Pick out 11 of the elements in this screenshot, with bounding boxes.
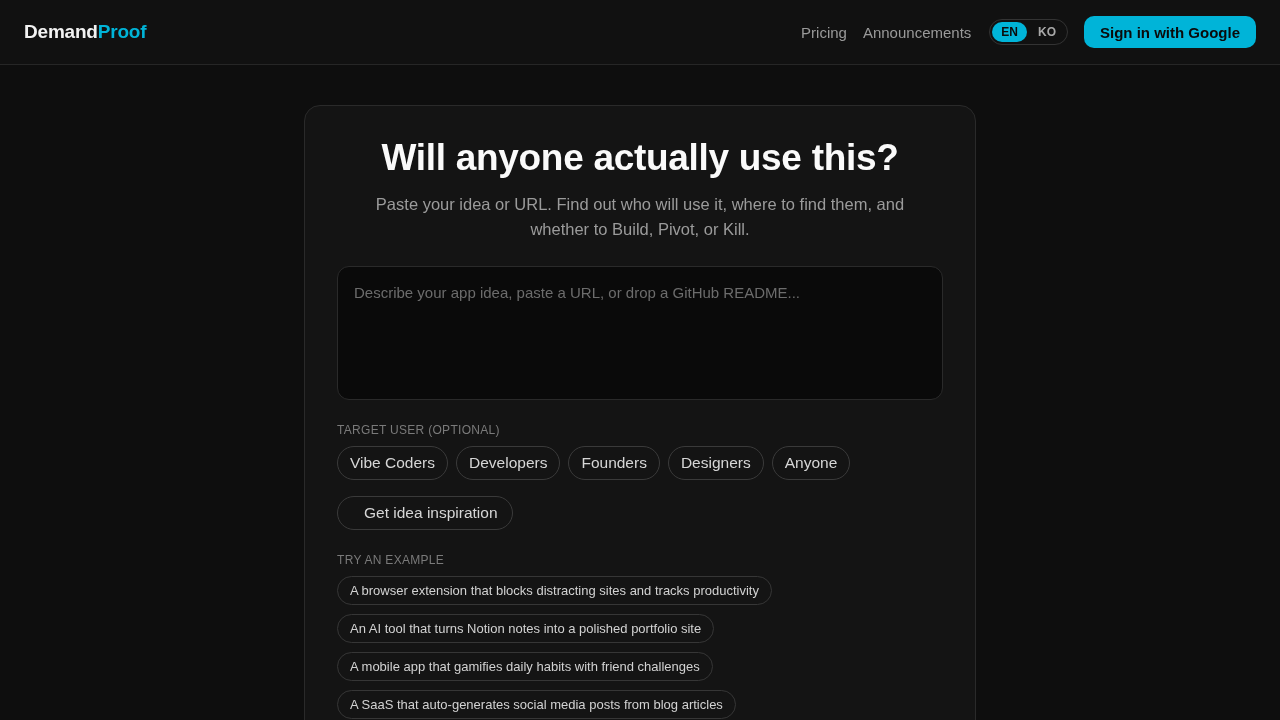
language-option[interactable]: EN [992,22,1027,42]
subtitle: Paste your idea or URL. Find out who will use it, where to find them, and whether to Build, Pivot, or Kill. [374,194,906,240]
logo[interactable]: DemandProof [24,21,147,43]
section-label: TARGET USER (OPTIONAL) [337,423,501,437]
headline: Will anyone actually use this? [380,136,900,180]
language-option[interactable]: KO [1029,22,1065,42]
idea-input-field[interactable]: Describe your app idea, paste a URL, or drop a GitHub README... [337,266,943,400]
sign-in-button[interactable]: Sign in with Google [1084,16,1256,48]
nav-link[interactable]: Pricing [801,23,847,41]
section-label: TRY AN EXAMPLE [337,553,446,567]
nav-link[interactable]: Announcements [862,23,972,41]
